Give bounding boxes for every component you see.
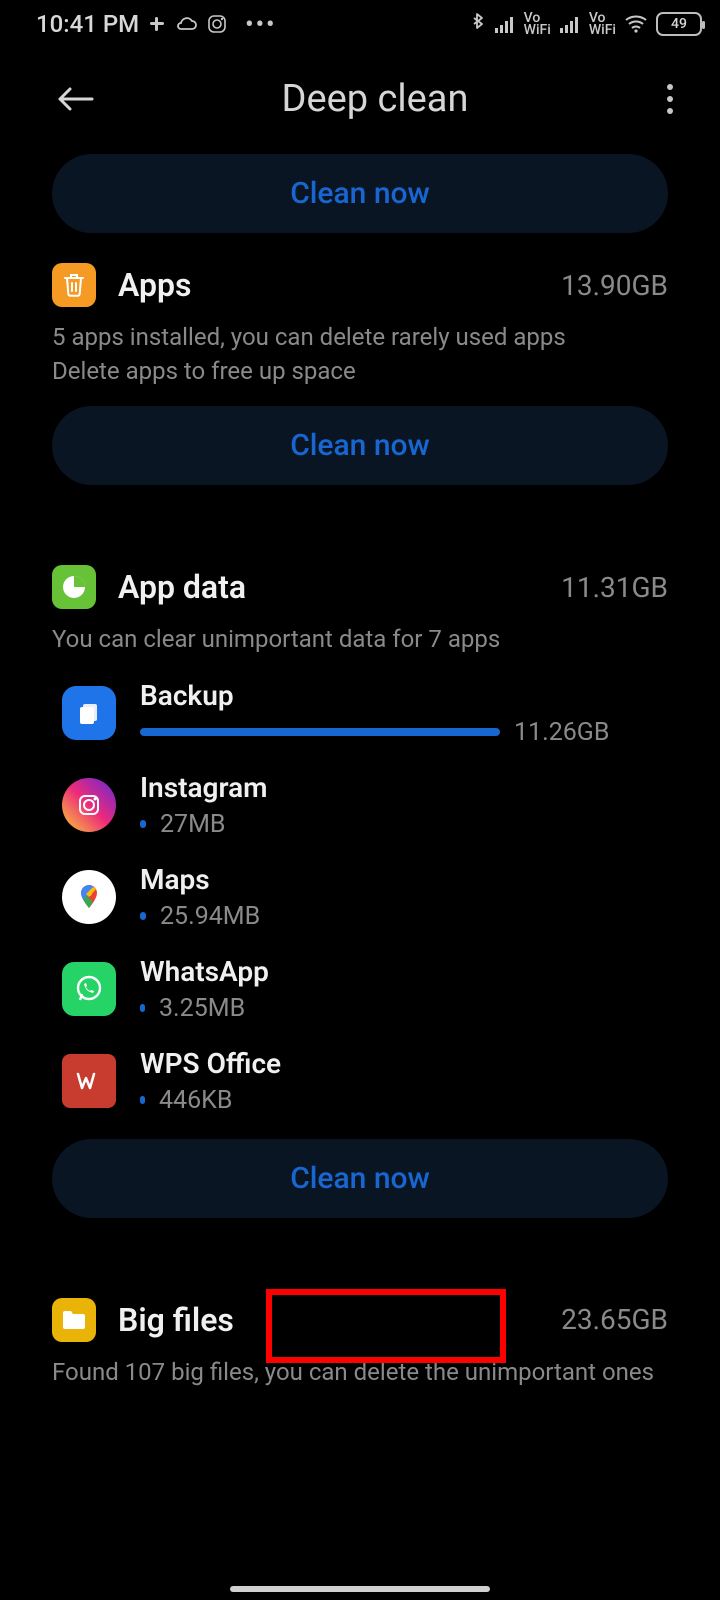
more-icon: ••• bbox=[245, 10, 276, 38]
status-bar: 10:41 PM ••• VoWiFi VoWiFi 49 bbox=[0, 0, 720, 44]
section-appdata-subtitle: You can clear unimportant data for 7 app… bbox=[52, 623, 668, 657]
app-size: 3.25MB bbox=[159, 994, 245, 1023]
back-button[interactable] bbox=[50, 74, 100, 124]
usage-bar bbox=[140, 1096, 145, 1104]
vowifi-icon-2: VoWiFi bbox=[589, 12, 616, 36]
list-item[interactable]: WhatsApp 3.25MB bbox=[62, 955, 668, 1023]
cloud-icon bbox=[175, 15, 199, 33]
instagram-app-icon bbox=[62, 778, 116, 832]
list-item[interactable]: WPS Office 446KB bbox=[62, 1047, 668, 1115]
section-bigfiles[interactable]: Big files 23.65GB bbox=[52, 1298, 668, 1342]
header: Deep clean bbox=[0, 44, 720, 144]
slack-icon bbox=[147, 14, 167, 34]
section-appdata-title: App data bbox=[118, 568, 561, 606]
usage-bar bbox=[140, 820, 146, 828]
section-bigfiles-size: 23.65GB bbox=[561, 1303, 668, 1336]
status-right: VoWiFi VoWiFi 49 bbox=[470, 12, 702, 36]
app-size: 27MB bbox=[160, 810, 226, 839]
section-bigfiles-title: Big files bbox=[118, 1301, 561, 1339]
section-bigfiles-subtitle: Found 107 big files, you can delete the … bbox=[52, 1356, 668, 1390]
page-title: Deep clean bbox=[100, 77, 650, 121]
usage-bar bbox=[140, 912, 146, 920]
instagram-icon bbox=[207, 14, 227, 34]
bluetooth-icon bbox=[470, 12, 486, 36]
folder-icon bbox=[52, 1298, 96, 1342]
section-apps-title: Apps bbox=[118, 266, 561, 304]
app-name: Backup bbox=[140, 679, 668, 712]
vowifi-icon-1: VoWiFi bbox=[524, 12, 551, 36]
pie-chart-icon bbox=[52, 565, 96, 609]
app-name: Instagram bbox=[140, 771, 668, 804]
signal-icon-2 bbox=[559, 15, 581, 33]
app-name: Maps bbox=[140, 863, 668, 896]
wifi-icon bbox=[624, 14, 648, 34]
whatsapp-app-icon bbox=[62, 962, 116, 1016]
section-appdata[interactable]: App data 11.31GB bbox=[52, 565, 668, 609]
section-apps-size: 13.90GB bbox=[561, 269, 668, 302]
list-item[interactable]: Backup 11.26GB bbox=[62, 679, 668, 747]
home-indicator[interactable] bbox=[230, 1586, 490, 1592]
section-appdata-size: 11.31GB bbox=[561, 571, 668, 604]
wps-app-icon bbox=[62, 1054, 116, 1108]
battery-icon: 49 bbox=[656, 12, 702, 36]
section-apps-subtitle: 5 apps installed, you can delete rarely … bbox=[52, 321, 668, 388]
app-name: WhatsApp bbox=[140, 955, 668, 988]
trash-icon bbox=[52, 263, 96, 307]
app-size: 446KB bbox=[159, 1086, 232, 1115]
overflow-menu-button[interactable] bbox=[650, 74, 690, 124]
status-time: 10:41 PM bbox=[36, 10, 139, 38]
app-size: 11.26GB bbox=[514, 718, 609, 747]
content: Clean now Apps 13.90GB 5 apps installed,… bbox=[0, 154, 720, 1389]
clean-now-button-apps[interactable]: Clean now bbox=[52, 406, 668, 485]
status-left: 10:41 PM ••• bbox=[36, 10, 276, 38]
clean-now-button-top[interactable]: Clean now bbox=[52, 154, 668, 233]
app-name: WPS Office bbox=[140, 1047, 668, 1080]
signal-icon-1 bbox=[494, 15, 516, 33]
usage-bar bbox=[140, 1004, 145, 1012]
list-item[interactable]: Instagram 27MB bbox=[62, 771, 668, 839]
backup-icon bbox=[62, 686, 116, 740]
usage-bar bbox=[140, 728, 500, 736]
section-apps[interactable]: Apps 13.90GB bbox=[52, 263, 668, 307]
clean-now-button-appdata[interactable]: Clean now bbox=[52, 1139, 668, 1218]
maps-app-icon bbox=[62, 870, 116, 924]
battery-level: 49 bbox=[671, 16, 687, 32]
app-size: 25.94MB bbox=[160, 902, 260, 931]
list-item[interactable]: Maps 25.94MB bbox=[62, 863, 668, 931]
